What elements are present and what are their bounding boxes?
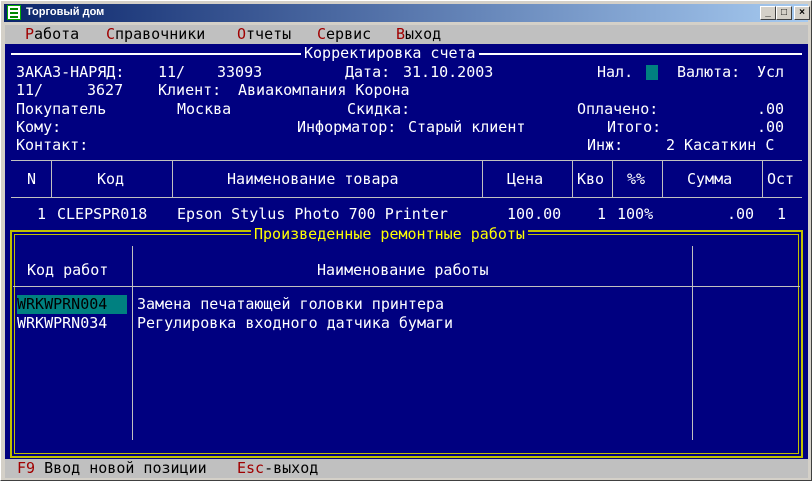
order-number-2: 33093 bbox=[217, 63, 263, 81]
col-divider bbox=[572, 160, 573, 197]
discount-label: Скидка: bbox=[347, 100, 411, 118]
repair-code[interactable]: WRKWPRN034 bbox=[17, 314, 107, 333]
menu-bar: Работа Справочники Отчеты Сервис Выход bbox=[5, 25, 808, 44]
invoice-frame-title: Корректировка счета bbox=[301, 44, 479, 63]
repairs-frame-title: Произведенные ремонтные работы bbox=[251, 225, 528, 244]
f9-hint[interactable]: F9 Ввод новой позиции bbox=[17, 459, 216, 478]
repairs-col-divider bbox=[132, 246, 133, 440]
date-value[interactable]: 31.10.2003 bbox=[403, 63, 493, 82]
app-icon[interactable] bbox=[7, 5, 21, 20]
menu-spravochniki[interactable]: Справочники bbox=[106, 25, 205, 44]
title-bar[interactable]: Торговый дом _ □ × bbox=[4, 4, 810, 22]
nal-label: Нал. bbox=[597, 63, 634, 81]
currency-label: Валюта: bbox=[677, 63, 741, 81]
item-stock: 1 bbox=[777, 205, 787, 223]
to-label: Кому: bbox=[16, 118, 62, 136]
col-divider bbox=[482, 160, 483, 197]
item-qty: 1 bbox=[597, 205, 607, 223]
items-header-percent: %% bbox=[627, 170, 646, 188]
line2-number-1: 11/ bbox=[16, 81, 44, 99]
informer-label: Информатор: bbox=[297, 118, 397, 136]
col-divider bbox=[662, 160, 663, 197]
engineer-value[interactable]: 2 Касаткин С bbox=[666, 136, 774, 155]
items-header-sum: Сумма bbox=[687, 170, 733, 188]
repair-name: Замена печатающей головки принтера bbox=[137, 295, 445, 313]
menu-vyhod[interactable]: Выход bbox=[396, 25, 441, 44]
items-header-qty: Кво bbox=[577, 170, 605, 188]
items-header-price: Цена bbox=[507, 170, 544, 188]
item-name: Epson Stylus Photo 700 Printer bbox=[177, 205, 448, 223]
item-percent: 100% bbox=[617, 205, 654, 223]
item-n: 1 bbox=[37, 205, 47, 223]
col-divider bbox=[762, 160, 763, 197]
close-button[interactable]: × bbox=[794, 6, 810, 20]
currency-value[interactable]: Усл bbox=[757, 63, 784, 82]
col-divider bbox=[51, 160, 52, 197]
items-header-name: Наименование товара bbox=[227, 170, 399, 188]
menu-rabota[interactable]: Работа bbox=[25, 25, 79, 44]
app-window: Торговый дом _ □ × Работа Справочники От… bbox=[0, 0, 812, 481]
menu-servis[interactable]: Сервис bbox=[317, 25, 371, 44]
items-header-n: N bbox=[27, 170, 37, 188]
informer-value[interactable]: Старый клиент bbox=[408, 118, 525, 137]
buyer-label: Покупатель bbox=[16, 100, 107, 118]
client-label: Клиент: bbox=[158, 81, 222, 99]
buyer-value[interactable]: Москва bbox=[177, 100, 231, 119]
total-label: Итого: bbox=[607, 118, 662, 136]
contact-label: Контакт: bbox=[16, 136, 89, 154]
paid-value: .00 bbox=[757, 100, 785, 118]
repair-name: Регулировка входного датчика бумаги bbox=[137, 314, 454, 332]
maximize-button[interactable]: □ bbox=[776, 6, 792, 20]
col-divider bbox=[172, 160, 173, 197]
item-price: 100.00 bbox=[507, 205, 562, 223]
repairs-header-name: Наименование работы bbox=[317, 261, 489, 279]
repair-code-selected[interactable]: WRKWPRN004 bbox=[17, 295, 127, 314]
repairs-header-rule bbox=[13, 286, 800, 287]
paid-label: Оплачено: bbox=[577, 100, 659, 118]
items-table-top-rule bbox=[11, 160, 802, 161]
repairs-header-code: Код работ bbox=[27, 261, 109, 279]
total-value: .00 bbox=[757, 118, 785, 136]
col-divider bbox=[612, 160, 613, 197]
window-title: Торговый дом bbox=[26, 6, 105, 18]
esc-hint[interactable]: Esc-выход bbox=[237, 459, 318, 478]
date-label: Дата: bbox=[345, 63, 391, 81]
client-value[interactable]: Авиакомпания Корона bbox=[238, 81, 410, 100]
item-code: CLEPSPR018 bbox=[57, 205, 148, 223]
engineer-label: Инж: bbox=[587, 136, 624, 154]
items-header-code: Код bbox=[97, 170, 125, 188]
status-bar: F9 Ввод новой позиции Esc-выход bbox=[5, 459, 808, 478]
nal-checkbox[interactable] bbox=[646, 65, 658, 80]
minimize-button[interactable]: _ bbox=[760, 6, 776, 20]
items-table-header-rule bbox=[11, 197, 802, 198]
repairs-col-divider bbox=[692, 246, 693, 440]
item-sum: .00 bbox=[727, 205, 755, 223]
line2-number-2: 3627 bbox=[87, 81, 124, 99]
order-number-1: 11/ bbox=[158, 63, 186, 81]
order-label: ЗАКАЗ-НАРЯД: bbox=[16, 63, 125, 81]
console-screen: Работа Справочники Отчеты Сервис Выход К… bbox=[5, 25, 808, 478]
items-header-stock: Ост bbox=[767, 170, 795, 188]
menu-otchety[interactable]: Отчеты bbox=[237, 25, 291, 44]
